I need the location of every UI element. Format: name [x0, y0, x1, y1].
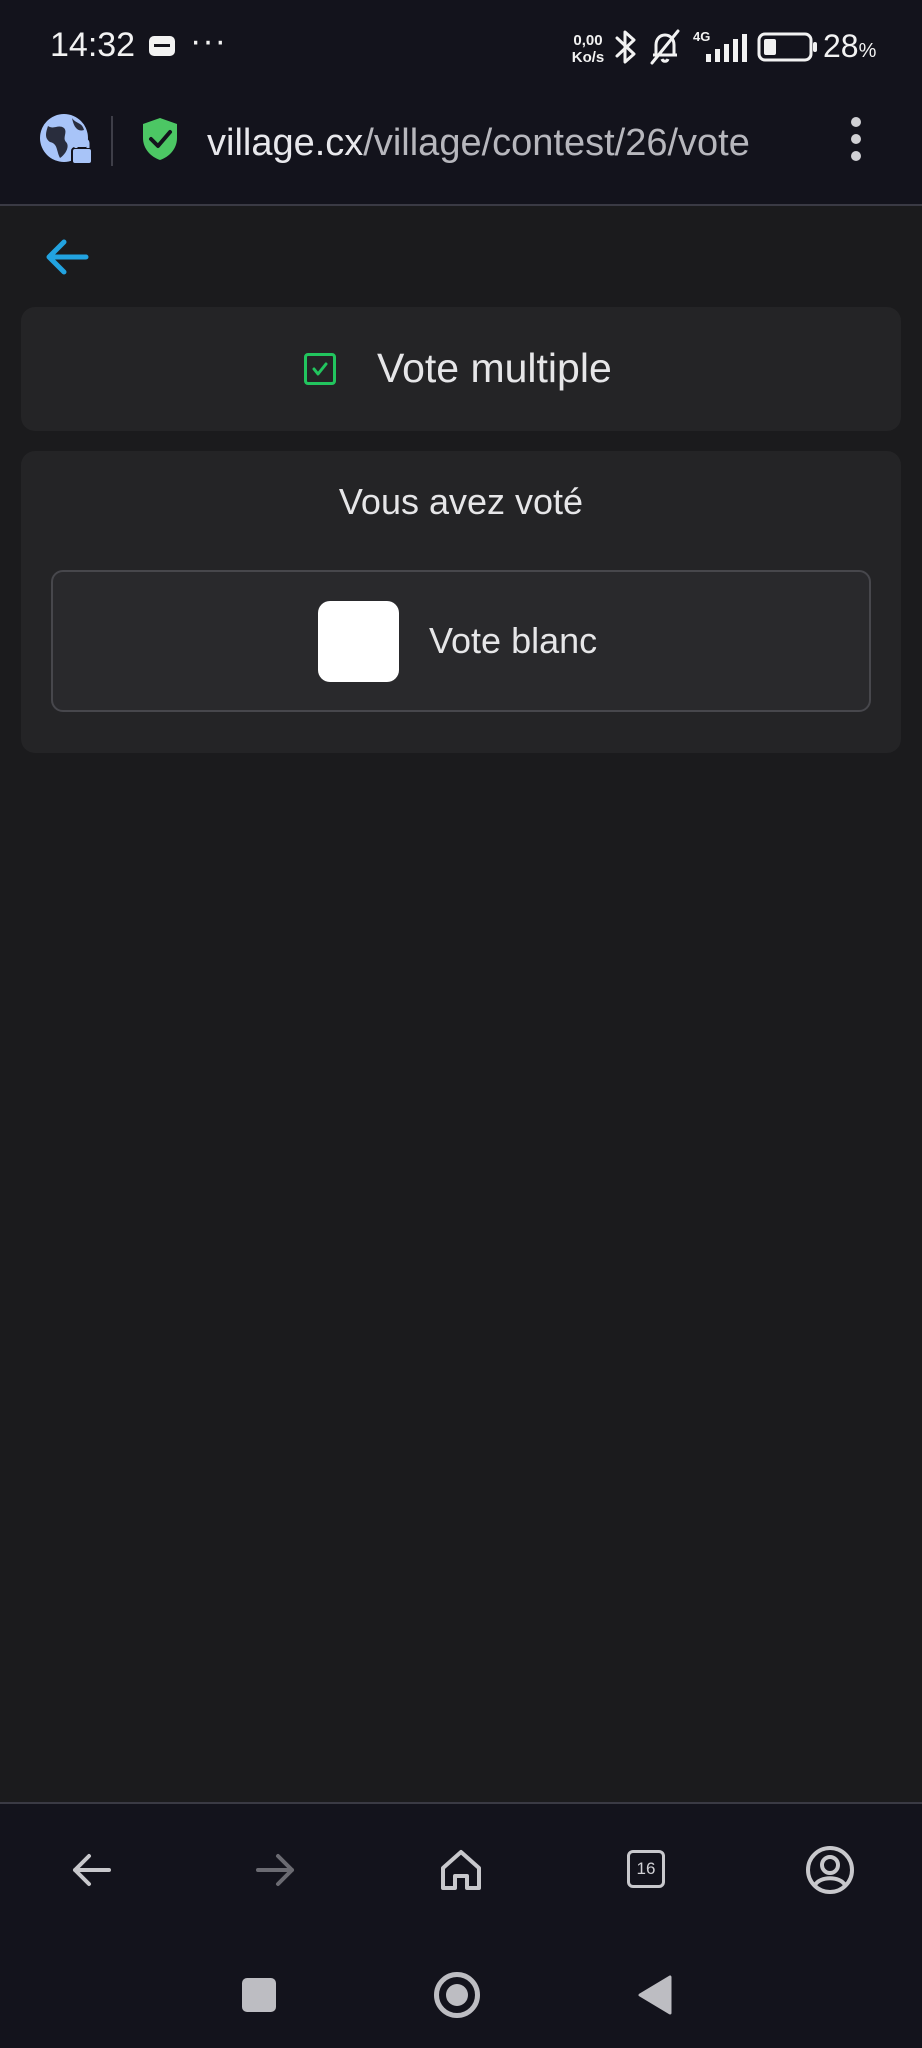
network-speed: 0,00 Ko/s: [570, 32, 606, 66]
url-input[interactable]: village.cx/village/contest/26/vote: [207, 118, 809, 168]
page-title: Vote multiple: [377, 345, 612, 391]
system-nav-bar: [0, 1930, 922, 2048]
tabs-count: 16: [627, 1850, 665, 1888]
url-path: /village/contest/26/vote: [363, 122, 750, 164]
browser-url-bar: village.cx/village/contest/26/vote: [0, 96, 922, 206]
shield-check-icon[interactable]: [140, 116, 180, 162]
network-speed-value: 0,00: [573, 32, 603, 49]
home-icon[interactable]: [433, 1842, 489, 1898]
battery-percent: 28%: [823, 28, 876, 65]
forward-icon[interactable]: [248, 1842, 304, 1898]
sim-card-icon: [149, 36, 175, 56]
status-bar: 14:32 ··· 0,00 Ko/s 4G 28%: [0, 0, 922, 96]
network-speed-unit: Ko/s: [571, 49, 605, 66]
overflow-menu-icon[interactable]: [846, 116, 866, 166]
vote-option-label: Vote blanc: [429, 620, 598, 661]
account-icon[interactable]: [802, 1842, 858, 1898]
battery-unit: %: [858, 40, 877, 62]
more-notifications-icon: ···: [190, 22, 227, 60]
contest-header-card: Vote multiple: [21, 307, 901, 431]
system-home-icon[interactable]: [434, 1972, 480, 2018]
signal-icon: [706, 34, 747, 62]
vote-option-color-swatch: [318, 601, 399, 682]
url-host: village.cx: [207, 122, 364, 164]
site-info-icon[interactable]: [38, 110, 98, 170]
page-content: Vote multiple Vous avez voté Vote blanc: [0, 206, 922, 1802]
status-time: 14:32: [50, 26, 136, 64]
tabs-icon[interactable]: 16: [617, 1842, 673, 1898]
checkbox-checked-icon: [304, 353, 336, 385]
back-icon[interactable]: [63, 1842, 119, 1898]
back-arrow-icon[interactable]: [42, 232, 92, 282]
votes-heading: Vous avez voté: [338, 481, 584, 522]
bluetooth-icon: [615, 30, 636, 64]
recents-icon[interactable]: [242, 1978, 276, 2012]
url-divider: [111, 116, 113, 166]
votes-card: Vous avez voté Vote blanc: [21, 451, 901, 753]
battery-value: 28: [823, 28, 859, 64]
system-back-icon[interactable]: [636, 1974, 674, 2016]
vote-option[interactable]: Vote blanc: [51, 570, 871, 712]
battery-icon: [757, 32, 817, 62]
bell-off-icon: [650, 29, 680, 65]
browser-bottom-nav: 16: [0, 1802, 922, 1932]
